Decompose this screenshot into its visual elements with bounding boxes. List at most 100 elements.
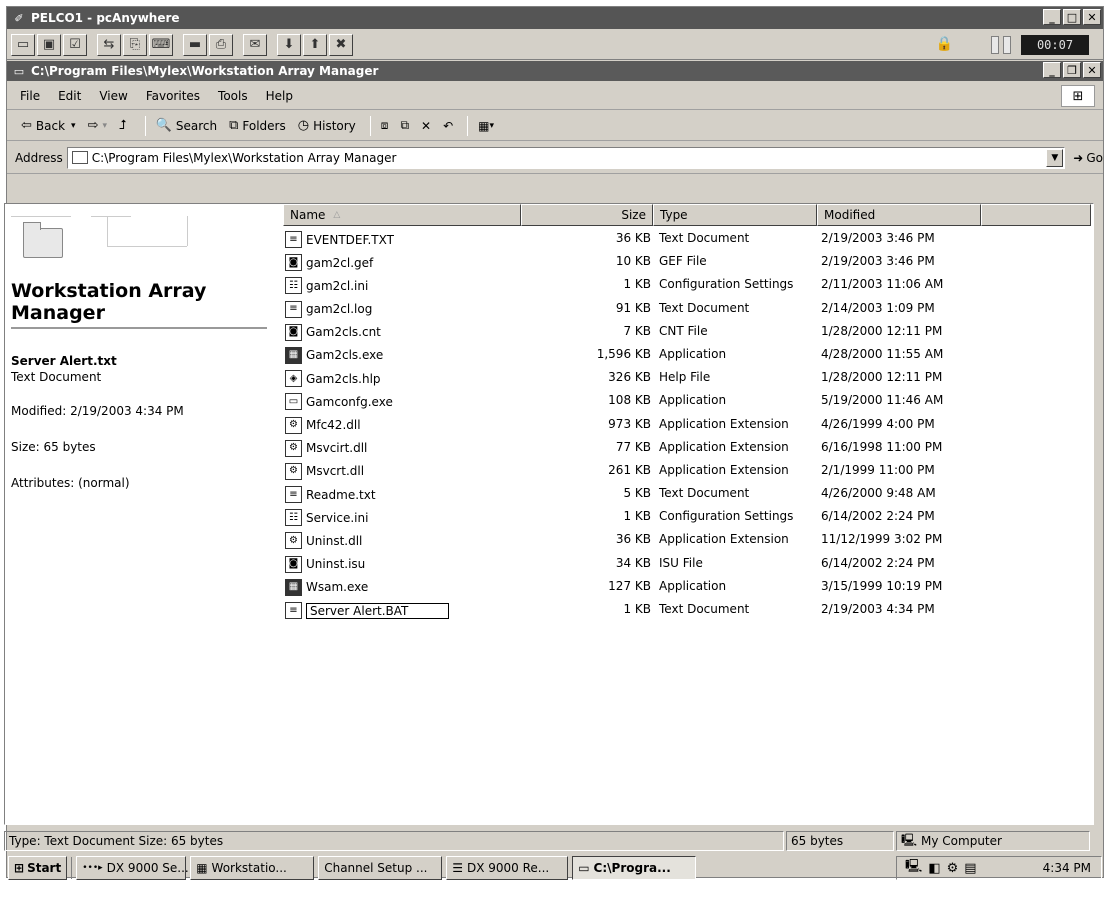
views-button[interactable]: ▦ ▾ [474, 117, 498, 135]
menu-help[interactable]: Help [263, 87, 296, 105]
file-name-cell[interactable]: ⚙ Uninst.dll [285, 532, 362, 550]
file-name-cell[interactable]: ◙ Gam2cls.cnt [285, 323, 381, 341]
file-name-cell[interactable]: ◙ gam2cl.gef [285, 254, 373, 272]
menu-tools[interactable]: Tools [215, 87, 251, 105]
file-row[interactable]: ▦ Wsam.exe 127 KB Application 3/15/1999 10:1… [283, 577, 1003, 600]
connection-icon[interactable]: ▤ [964, 861, 976, 876]
go-button[interactable]: ➜ Go [1073, 151, 1103, 165]
file-name-cell[interactable]: ≡ gam2cl.log [285, 300, 372, 318]
address-input[interactable]: C:\Program Files\Mylex\Workstation Array… [66, 146, 1066, 169]
maximize-button[interactable]: □ [1063, 9, 1081, 25]
file-name-cell[interactable]: ≡ EVENTDEF.TXT [285, 231, 394, 248]
file-row[interactable]: ☷ Service.ini 1 KB Configuration Settings 6/… [283, 507, 1003, 530]
file-row[interactable]: ⚙ Uninst.dll 36 KB Application Extension 11/… [283, 530, 1003, 553]
file-row[interactable]: ▭ Gamconfg.exe 108 KB Application 5/19/2000 … [283, 391, 1003, 414]
column-header-name[interactable]: Name △ [283, 204, 521, 226]
screen-icon[interactable]: ▬ [183, 33, 207, 56]
gear-icon[interactable]: ⚙ [947, 861, 959, 876]
chat-icon[interactable]: ✉ [243, 33, 267, 56]
file-row[interactable]: ⚙ Msvcrt.dll 261 KB Application Extension 2/… [283, 461, 1003, 484]
file-name-cell[interactable]: ⚙ Mfc42.dll [285, 416, 361, 434]
move-to-button[interactable]: ⧈ [377, 116, 393, 135]
transfer-icon[interactable]: ⇆ [97, 33, 121, 56]
file-row[interactable]: ⚙ Mfc42.dll 973 KB Application Extension 4/2… [283, 415, 1003, 438]
keys-icon[interactable]: ⌨ [149, 33, 173, 56]
clock[interactable]: 4:34 PM [1043, 861, 1091, 875]
file-row[interactable]: ◈ Gam2cls.hlp 326 KB Help File 1/28/2000 12:… [283, 368, 1003, 391]
windows-flag-icon: ⊞ [14, 861, 25, 875]
explorer-minimize-button[interactable]: _ [1043, 62, 1061, 78]
file-row[interactable]: ≡ gam2cl.log 91 KB Text Document 2/14/2003 1… [283, 299, 1003, 322]
taskbar-button-workstation[interactable]: ▦ Workstatio... [190, 856, 315, 880]
search-button[interactable]: 🔍 Search [152, 116, 221, 135]
file-row[interactable]: ◙ Uninst.isu 34 KB ISU File 6/14/2002 2:24 P… [283, 554, 1003, 577]
delete-button[interactable]: ✕ [417, 117, 435, 135]
file-name: gam2cl.ini [306, 278, 369, 293]
rename-input[interactable]: Server Alert.BAT [306, 602, 450, 619]
file-row[interactable]: ≡ Server Alert.BAT 1 KB Text Document 2/19/2… [283, 600, 1003, 623]
taskbar-button-channel-setup[interactable]: Channel Setup ... [318, 856, 443, 880]
file-name-cell[interactable]: ⚙ Msvcirt.dll [285, 439, 367, 457]
start-button[interactable]: ⊞ Start [8, 856, 68, 880]
file-name-cell[interactable]: ◙ Uninst.isu [285, 555, 365, 573]
column-header-modified[interactable]: Modified [817, 204, 981, 226]
menu-favorites[interactable]: Favorites [143, 87, 203, 105]
file-name-cell[interactable]: ▦ Gam2cls.exe [285, 346, 383, 364]
file-name-cell[interactable]: ⚙ Msvcrt.dll [285, 462, 365, 480]
tray-app-icon[interactable]: ◧ [928, 861, 940, 876]
clipboard-icon[interactable]: ⎘ [123, 33, 147, 56]
pane2-icon[interactable]: ▣ [37, 33, 61, 56]
file-name-cell[interactable]: ≡ Server Alert.BAT [285, 602, 450, 619]
minimize-button[interactable]: _ [1043, 9, 1061, 25]
column-header-type[interactable]: Type [653, 204, 817, 226]
file-name-cell[interactable]: ≡ Readme.txt [285, 486, 376, 504]
address-dropdown-button[interactable]: ▼ [1046, 148, 1064, 167]
explorer-titlebar[interactable]: ▭ C:\Program Files\Mylex\Workstation Arr… [7, 61, 1103, 81]
taskbar-button-dx9000-setup[interactable]: •••▸ DX 9000 Se... [76, 856, 189, 880]
file-type: Application [659, 346, 727, 361]
back-button[interactable]: ⇦ Back ▾ [17, 116, 80, 135]
file-name-cell[interactable]: ◈ Gam2cls.hlp [285, 370, 381, 388]
send-icon[interactable]: ⬇ [277, 33, 301, 56]
column-header-size[interactable]: Size [521, 204, 653, 226]
menu-file[interactable]: File [17, 87, 43, 105]
menu-view[interactable]: View [96, 87, 130, 105]
file-row[interactable]: ≡ Readme.txt 5 KB Text Document 4/26/2000 9:… [283, 484, 1003, 507]
file-row[interactable]: ≡ EVENTDEF.TXT 36 KB Text Document 2/19/2003… [283, 229, 1003, 252]
file-name-cell[interactable]: ▭ Gamconfg.exe [285, 393, 393, 411]
explorer-close-button[interactable]: ✕ [1083, 62, 1101, 78]
taskbar-button-dx9000-re[interactable]: ☰ DX 9000 Re... [446, 856, 569, 880]
end-icon[interactable]: ✖ [329, 33, 353, 56]
file-name: Msvcrt.dll [306, 464, 365, 479]
chevron-down-icon[interactable]: ▾ [102, 121, 107, 131]
properties-icon[interactable]: ☑ [63, 33, 87, 56]
network-icon[interactable]: 🖳 [905, 857, 922, 879]
undo-button[interactable]: ↶ [439, 117, 457, 135]
chevron-down-icon[interactable]: ▾ [71, 121, 76, 131]
print-icon[interactable]: ⎙ [209, 33, 233, 56]
menu-edit[interactable]: Edit [55, 87, 84, 105]
forward-button[interactable]: ⇨ ▾ [84, 116, 111, 135]
file-name-cell[interactable]: ▦ Wsam.exe [285, 578, 368, 596]
up-folder-button[interactable]: ⮥ [115, 116, 135, 135]
file-name-cell[interactable]: ☷ Service.ini [285, 509, 368, 527]
close-button[interactable]: ✕ [1083, 9, 1101, 25]
file-row[interactable]: ☷ gam2cl.ini 1 KB Configuration Settings 2/1… [283, 275, 1003, 298]
file-row[interactable]: ⚙ Msvcirt.dll 77 KB Application Extension 6/… [283, 438, 1003, 461]
folders-button[interactable]: ⧉ Folders [225, 116, 290, 135]
file-row[interactable]: ◙ gam2cl.gef 10 KB GEF File 2/19/2003 3:46 P… [283, 252, 1003, 275]
pane-icon[interactable]: ▭ [11, 33, 35, 56]
taskbar-button-explorer[interactable]: ▭ C:\Progra... [572, 856, 697, 880]
file-size: 34 KB [615, 555, 651, 570]
selected-file-name: Server Alert.txt [11, 354, 117, 368]
file-row[interactable]: ▦ Gam2cls.exe 1,596 KB Application 4/28/2000… [283, 345, 1003, 368]
file-type: GEF File [659, 254, 707, 269]
address-value: C:\Program Files\Mylex\Workstation Array… [91, 150, 397, 165]
pcanywhere-titlebar[interactable]: ✐ PELCO1 - pcAnywhere _ □ ✕ [7, 7, 1103, 29]
receive-icon[interactable]: ⬆ [303, 33, 327, 56]
file-name-cell[interactable]: ☷ gam2cl.ini [285, 277, 369, 295]
history-button[interactable]: ◷ History [294, 116, 360, 135]
explorer-restore-button[interactable]: ❐ [1063, 62, 1081, 78]
file-row[interactable]: ◙ Gam2cls.cnt 7 KB CNT File 1/28/2000 12:11 … [283, 322, 1003, 345]
copy-to-button[interactable]: ⧉ [396, 116, 413, 135]
